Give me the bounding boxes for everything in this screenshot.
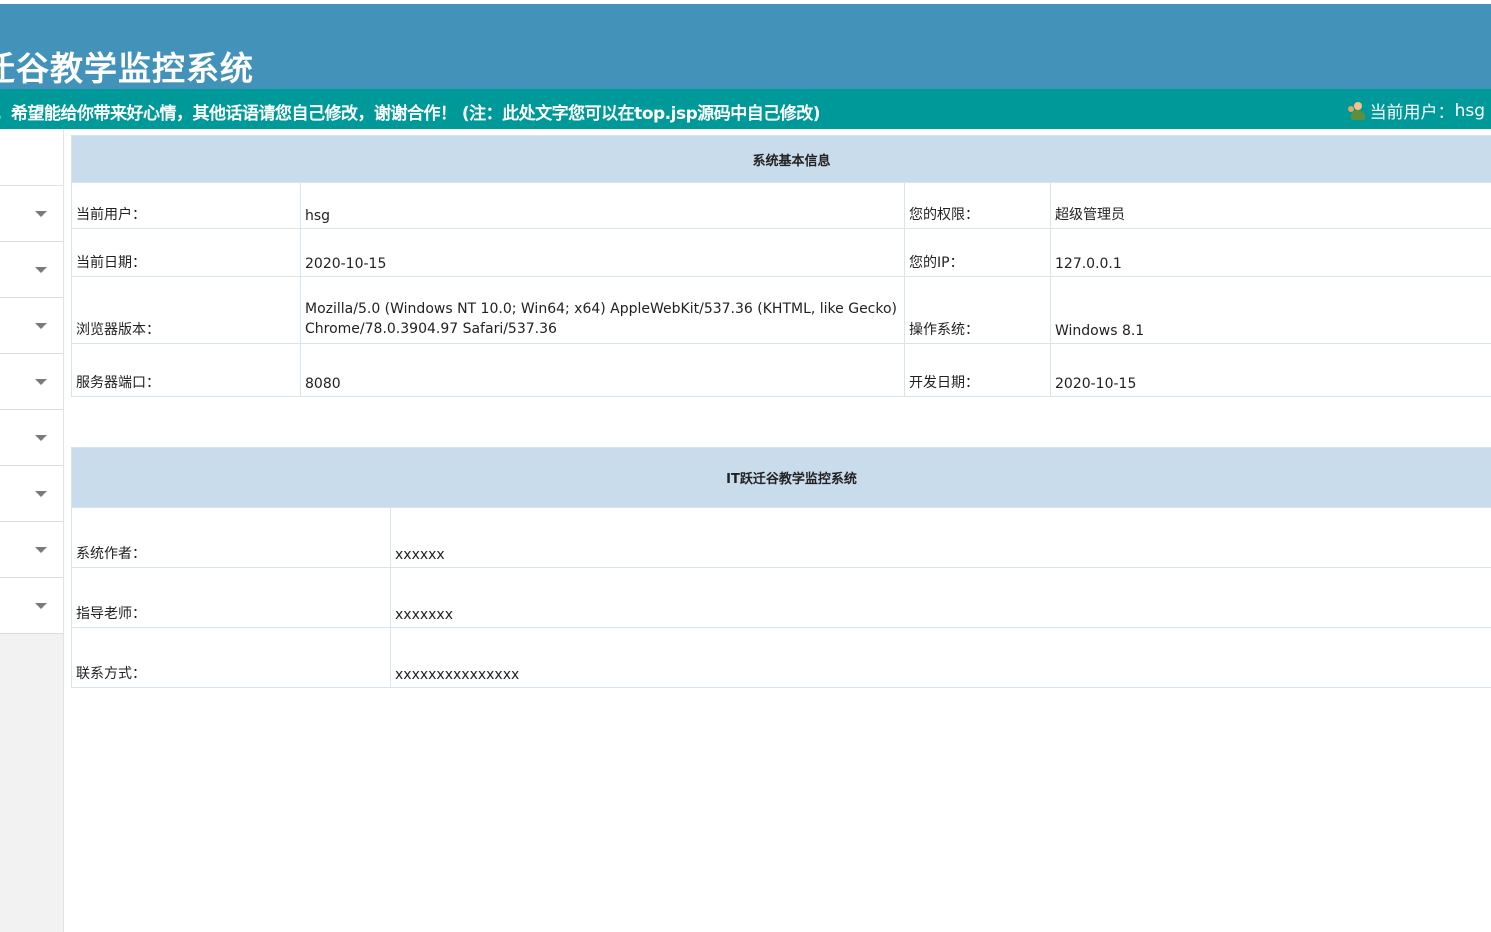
about-title: IT跃迁谷教学监控系统 [71, 447, 1491, 508]
table-row: 当前日期： 2020-10-15 您的IP： 127.0.0.1 [71, 228, 1491, 277]
system-info-title: 系统基本信息 [70, 135, 1491, 183]
app-title: 迁谷教学监控系统 [0, 49, 254, 88]
info-value: 超级管理员 [1049, 182, 1491, 229]
sidebar-menu-item-1[interactable] [0, 186, 63, 242]
chevron-down-icon [35, 323, 47, 329]
info-label: 浏览器版本： [71, 276, 301, 344]
about-table: IT跃迁谷教学监控系统 系统作者： xxxxxx 指导老师： xxxxxxx 联… [71, 447, 1491, 688]
sidebar-menu-item-6[interactable] [0, 466, 63, 522]
sidebar-header [0, 129, 63, 186]
table-row: 联系方式： xxxxxxxxxxxxxxx [71, 627, 1491, 688]
notice-marquee-text: 站，希望能给你带来好心情，其他话语请您自己修改，谢谢合作！ (注：此处文字您可以… [0, 104, 821, 124]
about-label: 指导老师： [71, 567, 391, 628]
info-value: Windows 8.1 [1049, 276, 1491, 344]
system-info-table: 系统基本信息 当前用户： hsg 您的权限： 超级管理员 当前日期： 2020-… [70, 135, 1491, 397]
info-label: 开发日期： [904, 343, 1051, 397]
info-value: 2020-10-15 [300, 228, 905, 277]
sidebar-menu-item-3[interactable] [0, 298, 63, 354]
table-row: 系统作者： xxxxxx [71, 507, 1491, 568]
info-value: hsg [300, 182, 905, 229]
about-value: xxxxxxx [390, 567, 1491, 628]
chevron-down-icon [35, 379, 47, 385]
info-label: 您的IP： [904, 228, 1051, 277]
sidebar-menu-item-5[interactable] [0, 410, 63, 466]
about-value: xxxxxx [390, 507, 1491, 568]
info-label: 当前日期： [71, 228, 301, 277]
main-content: 系统基本信息 当前用户： hsg 您的权限： 超级管理员 当前日期： 2020-… [70, 135, 1491, 688]
chevron-down-icon [35, 491, 47, 497]
info-value: 2020-10-15 [1049, 343, 1491, 397]
info-label: 您的权限： [904, 182, 1051, 229]
about-label: 系统作者： [71, 507, 391, 568]
info-value: 127.0.0.1 [1049, 228, 1491, 277]
info-label: 当前用户： [71, 182, 301, 229]
user-icon [1347, 101, 1368, 121]
info-label: 操作系统： [904, 276, 1051, 344]
notice-bar: 站，希望能给你带来好心情，其他话语请您自己修改，谢谢合作！ (注：此处文字您可以… [0, 89, 1491, 129]
info-label: 服务器端口： [71, 343, 301, 397]
current-user-indicator: 当前用户： hsg [1347, 98, 1485, 123]
current-user-label: 当前用户： [1369, 103, 1455, 123]
sidebar-menu-item-4[interactable] [0, 354, 63, 410]
table-row: 浏览器版本： Mozilla/5.0 (Windows NT 10.0; Win… [71, 276, 1491, 344]
info-value: 8080 [300, 343, 905, 397]
chevron-down-icon [35, 267, 47, 273]
info-value: Mozilla/5.0 (Windows NT 10.0; Win64; x64… [300, 276, 905, 344]
current-user-name: hsg [1454, 100, 1485, 121]
table-row: 当前用户： hsg 您的权限： 超级管理员 [71, 182, 1491, 229]
table-row: 服务器端口： 8080 开发日期： 2020-10-15 [71, 343, 1491, 397]
table-row: 指导老师： xxxxxxx [71, 567, 1491, 628]
sidebar-menu-item-8[interactable] [0, 578, 63, 634]
sidebar-menu-item-2[interactable] [0, 242, 63, 298]
chevron-down-icon [35, 603, 47, 609]
sidebar-menu [0, 129, 64, 932]
app-header: 迁谷教学监控系统 [0, 4, 1491, 89]
sidebar-menu-item-7[interactable] [0, 522, 63, 578]
chevron-down-icon [35, 435, 47, 441]
chevron-down-icon [35, 211, 47, 217]
about-label: 联系方式： [71, 627, 391, 688]
chevron-down-icon [35, 547, 47, 553]
about-value: xxxxxxxxxxxxxxx [390, 627, 1491, 688]
